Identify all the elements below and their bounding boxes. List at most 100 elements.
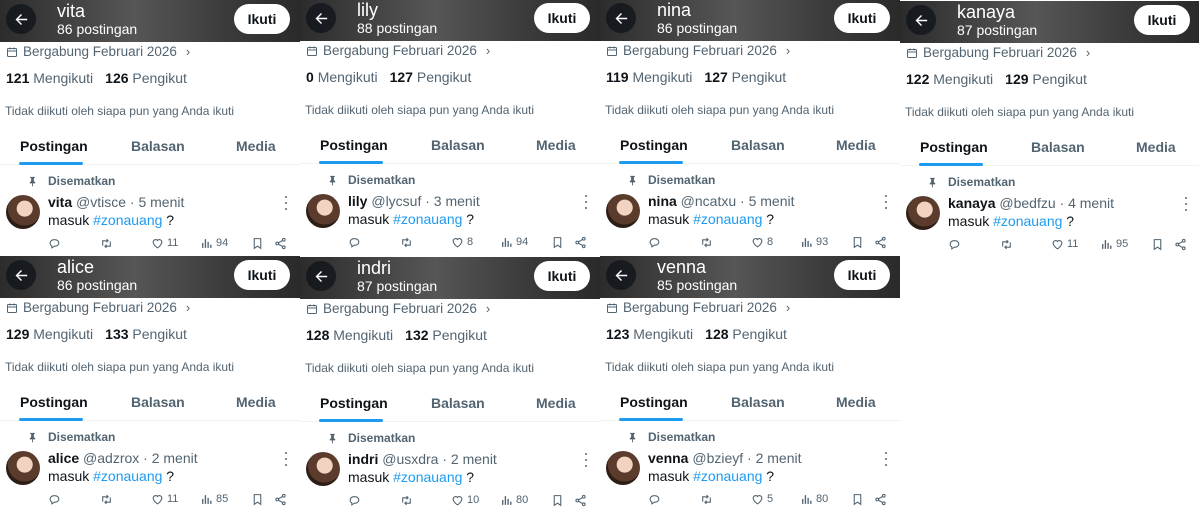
tab-replies[interactable]: Balasan	[131, 394, 185, 410]
like-button[interactable]: 5	[751, 491, 773, 507]
back-button[interactable]	[606, 260, 636, 290]
tweet-author-name[interactable]: indri	[348, 451, 378, 467]
back-button[interactable]	[606, 3, 636, 33]
hashtag-link[interactable]: #zonauang	[93, 468, 162, 484]
bookmark-button[interactable]	[1151, 236, 1164, 252]
followers-link[interactable]: 127 Pengikut	[390, 69, 472, 85]
back-button[interactable]	[306, 3, 336, 33]
following-link[interactable]: 0 Mengikuti	[306, 69, 378, 85]
joined-date[interactable]: Bergabung Februari 2026 ›	[6, 44, 190, 59]
tab-replies[interactable]: Balasan	[131, 138, 185, 154]
retweet-button[interactable]	[700, 234, 713, 250]
hashtag-link[interactable]: #zonauang	[393, 469, 462, 485]
retweet-button[interactable]	[100, 235, 113, 251]
more-options-icon[interactable]	[583, 453, 589, 467]
more-options-icon[interactable]	[283, 452, 289, 466]
views-button[interactable]: 94	[500, 234, 528, 250]
tab-replies[interactable]: Balasan	[1031, 139, 1085, 155]
share-button[interactable]	[874, 491, 887, 507]
tab-media[interactable]: Media	[536, 395, 576, 411]
tweet-handle[interactable]: @bzieyf	[692, 450, 743, 466]
tab-media[interactable]: Media	[236, 138, 276, 154]
more-options-icon[interactable]	[283, 196, 289, 210]
back-button[interactable]	[6, 4, 36, 34]
views-button[interactable]: 95	[1100, 236, 1128, 252]
bookmark-button[interactable]	[851, 234, 864, 250]
reply-button[interactable]	[948, 236, 961, 252]
reply-button[interactable]	[48, 491, 61, 507]
tweet-author-name[interactable]: nina	[648, 193, 677, 209]
tweet-time[interactable]: · 2 menit	[442, 451, 496, 467]
joined-date[interactable]: Bergabung Februari 2026 ›	[306, 301, 490, 316]
joined-date[interactable]: Bergabung Februari 2026 ›	[906, 45, 1090, 60]
follow-button[interactable]: Ikuti	[234, 260, 290, 290]
hashtag-link[interactable]: #zonauang	[993, 213, 1062, 229]
tweet-handle[interactable]: @bedfzu	[999, 195, 1055, 211]
like-button[interactable]: 11	[1051, 236, 1078, 252]
tweet-handle[interactable]: @ncatxu	[681, 193, 736, 209]
share-button[interactable]	[874, 234, 887, 250]
tab-posts[interactable]: Postingan	[320, 137, 388, 153]
joined-date[interactable]: Bergabung Februari 2026 ›	[306, 43, 490, 58]
joined-date[interactable]: Bergabung Februari 2026 ›	[6, 300, 190, 315]
tab-media[interactable]: Media	[836, 137, 876, 153]
reply-button[interactable]	[48, 235, 61, 251]
followers-link[interactable]: 128 Pengikut	[705, 326, 787, 342]
follow-button[interactable]: Ikuti	[1134, 5, 1190, 35]
tweet-author-name[interactable]: lily	[348, 193, 367, 209]
avatar[interactable]	[306, 452, 340, 486]
reply-button[interactable]	[648, 234, 661, 250]
avatar[interactable]	[606, 194, 640, 228]
more-options-icon[interactable]	[883, 195, 889, 209]
tweet-time[interactable]: · 2 menit	[747, 450, 801, 466]
follow-button[interactable]: Ikuti	[234, 4, 290, 34]
avatar[interactable]	[306, 194, 340, 228]
back-button[interactable]	[906, 5, 936, 35]
retweet-button[interactable]	[100, 491, 113, 507]
tweet-author-name[interactable]: vita	[48, 194, 72, 210]
tab-replies[interactable]: Balasan	[731, 137, 785, 153]
tab-posts[interactable]: Postingan	[20, 138, 88, 154]
tweet-author-name[interactable]: kanaya	[948, 195, 995, 211]
retweet-button[interactable]	[1000, 236, 1013, 252]
followers-link[interactable]: 127 Pengikut	[704, 69, 786, 85]
more-options-icon[interactable]	[883, 452, 889, 466]
back-button[interactable]	[306, 261, 336, 291]
tweet-time[interactable]: · 5 menit	[130, 194, 184, 210]
following-link[interactable]: 121 Mengikuti	[6, 70, 93, 86]
tab-media[interactable]: Media	[1136, 139, 1176, 155]
tweet-handle[interactable]: @vtisce	[76, 194, 126, 210]
share-button[interactable]	[274, 491, 287, 507]
tweet-handle[interactable]: @adzrox	[83, 450, 139, 466]
tweet-time[interactable]: · 3 menit	[425, 193, 479, 209]
more-options-icon[interactable]	[1183, 197, 1189, 211]
tweet-author-name[interactable]: venna	[648, 450, 688, 466]
tab-posts[interactable]: Postingan	[20, 394, 88, 410]
tweet-handle[interactable]: @lycsuf	[371, 193, 421, 209]
like-button[interactable]: 8	[751, 234, 773, 250]
tweet-time[interactable]: · 5 menit	[740, 193, 794, 209]
following-link[interactable]: 123 Mengikuti	[606, 326, 693, 342]
views-button[interactable]: 80	[800, 491, 828, 507]
share-button[interactable]	[1174, 236, 1187, 252]
hashtag-link[interactable]: #zonauang	[693, 468, 762, 484]
share-button[interactable]	[274, 235, 287, 251]
like-button[interactable]: 8	[451, 234, 473, 250]
tweet-author-name[interactable]: alice	[48, 450, 79, 466]
following-link[interactable]: 129 Mengikuti	[6, 326, 93, 342]
tab-media[interactable]: Media	[536, 137, 576, 153]
follow-button[interactable]: Ikuti	[834, 3, 890, 33]
following-link[interactable]: 122 Mengikuti	[906, 71, 993, 87]
back-button[interactable]	[6, 260, 36, 290]
following-link[interactable]: 119 Mengikuti	[606, 69, 692, 85]
tab-replies[interactable]: Balasan	[731, 394, 785, 410]
reply-button[interactable]	[648, 491, 661, 507]
tweet-time[interactable]: · 2 menit	[143, 450, 197, 466]
avatar[interactable]	[6, 451, 40, 485]
share-button[interactable]	[574, 492, 587, 508]
tab-posts[interactable]: Postingan	[320, 395, 388, 411]
follow-button[interactable]: Ikuti	[834, 260, 890, 290]
tab-posts[interactable]: Postingan	[620, 137, 688, 153]
bookmark-button[interactable]	[551, 234, 564, 250]
more-options-icon[interactable]	[583, 195, 589, 209]
